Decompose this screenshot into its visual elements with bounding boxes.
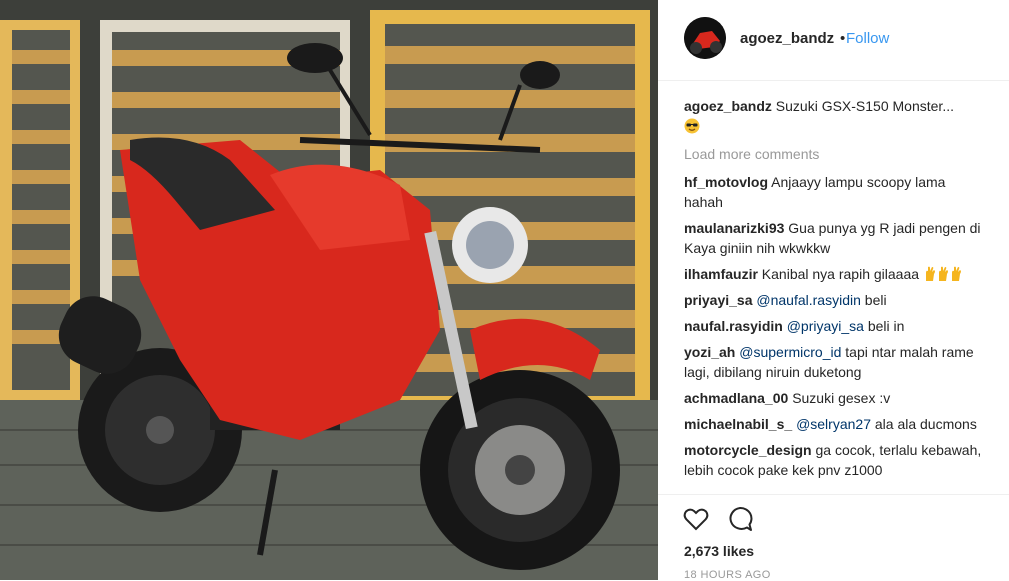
caption: agoez_bandz Suzuki GSX-S150 Monster... bbox=[684, 96, 984, 136]
comment-text: beli bbox=[864, 292, 887, 308]
list-item: yozi_ah @supermicro_id tapi ntar malah r… bbox=[684, 342, 984, 382]
comment-username[interactable]: motorcycle_design bbox=[684, 442, 812, 458]
comment-username[interactable]: naufal.rasyidin bbox=[684, 318, 783, 334]
comment-text: Suzuki gesex :v bbox=[792, 390, 891, 406]
motorcycle-image bbox=[0, 0, 658, 580]
comment-mention[interactable]: @supermicro_id bbox=[739, 344, 841, 360]
post-header: agoez_bandz • Follow bbox=[658, 0, 1009, 81]
likes-count[interactable]: 2,673 likes bbox=[684, 543, 754, 559]
list-item: hf_motovlog Anjaayy lampu scoopy lama ha… bbox=[684, 172, 984, 212]
list-item: motorcycle_design ga cocok, terlalu keba… bbox=[684, 440, 984, 480]
post-timestamp[interactable]: 18 HOURS AGO bbox=[684, 569, 771, 581]
comment-username[interactable]: priyayi_sa bbox=[684, 292, 753, 308]
list-item: michaelnabil_s_ @selryan27 ala ala ducmo… bbox=[684, 414, 984, 434]
list-item: naufal.rasyidin @priyayi_sa beli in bbox=[684, 316, 984, 336]
separator-dot: • bbox=[840, 30, 846, 47]
sunglasses-emoji-icon bbox=[684, 118, 700, 134]
comment-bubble-icon[interactable] bbox=[726, 505, 754, 533]
comment-mention[interactable]: @priyayi_sa bbox=[787, 318, 864, 334]
post-author-username[interactable]: agoez_bandz bbox=[740, 30, 834, 47]
comment-username[interactable]: ilhamfauzir bbox=[684, 266, 758, 282]
avatar-image bbox=[684, 17, 726, 59]
load-more-comments-link[interactable]: Load more comments bbox=[684, 144, 984, 164]
comment-username[interactable]: hf_motovlog bbox=[684, 174, 768, 190]
comment-username[interactable]: achmadlana_00 bbox=[684, 390, 788, 406]
avatar[interactable] bbox=[684, 17, 726, 59]
list-item: ilhamfauzir Kanibal nya rapih gilaaaa bbox=[684, 264, 984, 284]
comment-text: beli in bbox=[867, 318, 905, 334]
comment-username[interactable]: yozi_ah bbox=[684, 344, 735, 360]
heart-icon[interactable] bbox=[682, 505, 710, 533]
list-item: maulanarizki93 Gua punya yg R jadi penge… bbox=[684, 218, 984, 258]
comment-mention[interactable]: @naufal.rasyidin bbox=[756, 292, 861, 308]
comment-username[interactable]: maulanarizki93 bbox=[684, 220, 784, 236]
post-actions: 2,673 likes 18 HOURS AGO bbox=[658, 494, 1009, 581]
caption-username[interactable]: agoez_bandz bbox=[684, 98, 772, 114]
comments-list[interactable]: agoez_bandz Suzuki GSX-S150 Monster... L… bbox=[684, 96, 984, 494]
comment-text: Kanibal nya rapih gilaaaa bbox=[761, 266, 920, 282]
comment-username[interactable]: michaelnabil_s_ bbox=[684, 416, 792, 432]
post-sidebar: agoez_bandz • Follow agoez_bandz Suzuki … bbox=[658, 0, 1009, 581]
ok-hand-emoji-icon bbox=[937, 266, 949, 282]
list-item: priyayi_sa @naufal.rasyidin beli bbox=[684, 290, 984, 310]
comment-mention[interactable]: @selryan27 bbox=[796, 416, 871, 432]
ok-hand-emoji-icon bbox=[924, 266, 936, 282]
follow-button[interactable]: Follow bbox=[846, 30, 889, 47]
caption-text: Suzuki GSX-S150 Monster... bbox=[775, 98, 954, 114]
ok-hand-emoji-icon bbox=[950, 266, 962, 282]
comment-text: ala ala ducmons bbox=[874, 416, 977, 432]
post-photo[interactable] bbox=[0, 0, 658, 580]
list-item: achmadlana_00 Suzuki gesex :v bbox=[684, 388, 984, 408]
